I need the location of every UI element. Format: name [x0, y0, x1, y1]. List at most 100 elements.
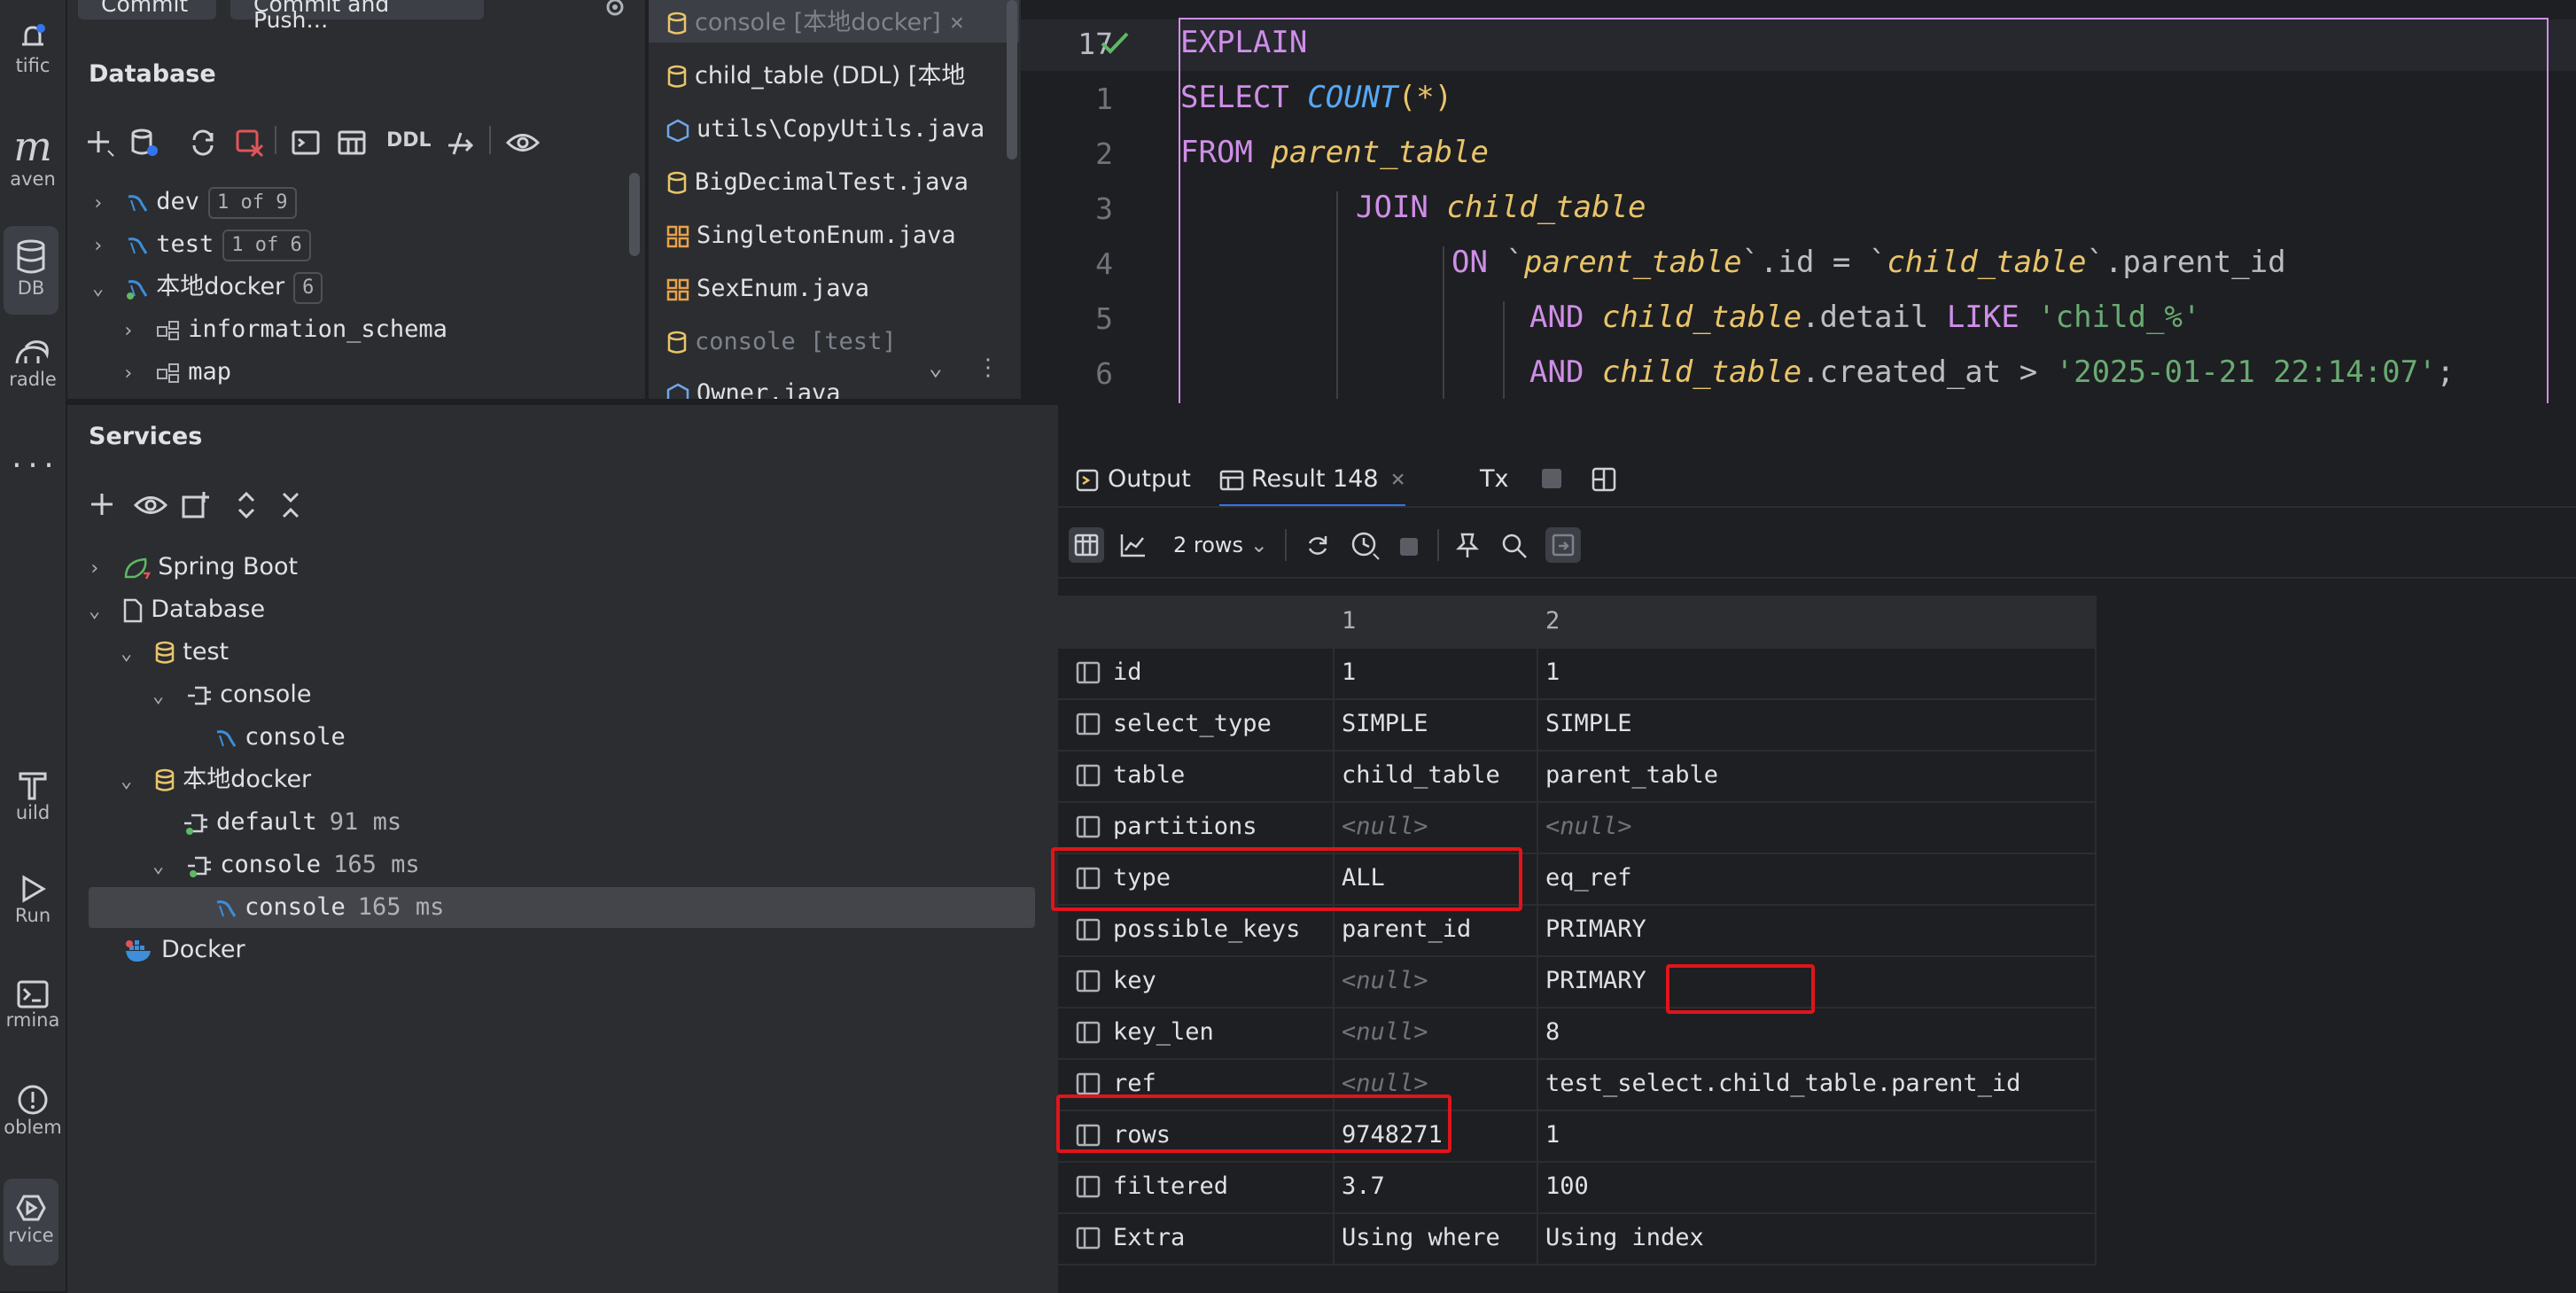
chart-view-icon[interactable] — [1120, 533, 1147, 557]
grid-cell[interactable]: 100 — [1538, 1161, 2097, 1212]
row-header-cell[interactable]: Extra — [1058, 1212, 1335, 1264]
table-row[interactable]: Extra Using where Using index — [1058, 1212, 2097, 1266]
table-icon[interactable] — [337, 128, 367, 158]
service-docker-console[interactable]: console 165 ms — [89, 887, 1035, 928]
tab-output[interactable]: Output — [1076, 455, 1191, 504]
grid-cell[interactable]: 1 — [1335, 647, 1538, 698]
database-scrollbar[interactable] — [629, 173, 640, 256]
grid-cell[interactable]: SIMPLE — [1538, 698, 2097, 750]
service-docker[interactable]: Docker — [124, 930, 1044, 970]
stop-icon[interactable] — [1542, 469, 1561, 488]
grid-cell[interactable]: <null> — [1335, 801, 1538, 853]
data-source-properties-icon[interactable] — [129, 128, 160, 158]
build-strip-button[interactable]: uild — [0, 767, 66, 846]
chevron-down-icon[interactable]: ⌄ — [92, 269, 112, 309]
table-row[interactable]: id 1 1 — [1058, 647, 2097, 700]
chevron-right-icon[interactable]: › — [92, 226, 112, 267]
row-header-cell[interactable]: filtered — [1058, 1161, 1335, 1212]
run-strip-button[interactable]: Run — [0, 873, 66, 944]
table-row[interactable]: table child_table parent_table — [1058, 750, 2097, 803]
tree-item-information-schema[interactable]: › information_schema — [122, 309, 447, 350]
service-spring-boot[interactable]: › Spring Boot — [89, 547, 1044, 588]
close-icon[interactable]: × — [1391, 465, 1405, 493]
refresh-icon[interactable] — [1304, 533, 1331, 559]
grid-cell[interactable]: 1 — [1538, 647, 2097, 698]
file-item[interactable]: Owner.java — [666, 376, 841, 399]
problems-strip-button[interactable]: oblem — [0, 1083, 66, 1154]
sql-editor[interactable]: 17 1 2 3 4 5 6 EXPLAIN SELECT COUNT(*) F… — [1019, 0, 2576, 408]
grid-cell[interactable]: child_table — [1335, 750, 1538, 801]
service-test[interactable]: ⌄ test — [121, 632, 1044, 673]
schema-count-badge[interactable]: 1 of 9 — [208, 186, 297, 219]
table-row[interactable]: key_len <null> 8 — [1058, 1007, 2097, 1060]
table-row[interactable]: key <null> PRIMARY — [1058, 955, 2097, 1009]
schema-count-badge[interactable]: 1 of 6 — [222, 229, 311, 261]
chevron-down-icon[interactable]: ⌄ — [121, 761, 140, 802]
jump-to-icon[interactable] — [445, 128, 475, 158]
search-icon[interactable] — [1501, 533, 1528, 559]
grid-cell[interactable]: parent_id — [1335, 904, 1538, 955]
more-vertical-icon[interactable]: ⋮ — [977, 354, 1000, 381]
eye-icon[interactable] — [133, 490, 168, 520]
new-tab-icon[interactable] — [181, 490, 211, 520]
files-scrollbar[interactable] — [1007, 0, 1017, 160]
chevron-right-icon[interactable]: › — [89, 549, 108, 589]
grid-cell[interactable]: <null> — [1335, 1007, 1538, 1058]
add-icon[interactable] — [85, 128, 115, 158]
file-item[interactable]: SingletonEnum.java — [666, 218, 956, 253]
grid-cell[interactable]: 8 — [1538, 1007, 2097, 1058]
grid-cell[interactable]: Using where — [1335, 1212, 1538, 1264]
tree-item-dev[interactable]: › dev 1 of 9 — [92, 182, 297, 222]
tree-item-map[interactable]: › map — [122, 352, 231, 393]
row-header-cell[interactable]: possible_keys — [1058, 904, 1335, 955]
grid-cell[interactable]: eq_ref — [1538, 853, 2097, 904]
service-docker-console-session[interactable]: ⌄ console 165 ms — [152, 845, 1044, 885]
pin-icon[interactable] — [1455, 533, 1480, 559]
layout-icon[interactable] — [1592, 467, 1616, 492]
chevron-down-icon[interactable]: ⌄ — [89, 591, 108, 632]
more-strip-button[interactable]: ... — [0, 443, 66, 479]
table-row[interactable]: select_type SIMPLE SIMPLE — [1058, 698, 2097, 752]
grid-cell[interactable]: SIMPLE — [1335, 698, 1538, 750]
terminal-strip-button[interactable]: rmina — [0, 979, 66, 1050]
row-header-cell[interactable]: partitions — [1058, 801, 1335, 853]
row-header-cell[interactable]: table — [1058, 750, 1335, 801]
grid-cell[interactable]: <null> — [1335, 955, 1538, 1007]
row-header-cell[interactable]: id — [1058, 647, 1335, 698]
table-row[interactable]: filtered 3.7 100 — [1058, 1161, 2097, 1214]
chevron-down-icon[interactable]: ⌄ — [929, 354, 943, 381]
gear-icon[interactable] — [603, 0, 627, 19]
grid-cell[interactable]: parent_table — [1538, 750, 2097, 801]
chevron-right-icon[interactable]: › — [122, 311, 142, 352]
service-default-session[interactable]: default 91 ms — [183, 802, 1044, 843]
gradle-strip-button[interactable]: radle — [0, 337, 66, 417]
schema-count-badge[interactable]: 6 — [293, 271, 323, 304]
expand-all-icon[interactable] — [234, 490, 259, 520]
grid-cell[interactable]: PRIMARY — [1538, 955, 2097, 1007]
grid-cell[interactable]: Using index — [1538, 1212, 2097, 1264]
notifications-strip-button[interactable]: tific — [0, 19, 66, 90]
grid-column-header[interactable] — [1058, 596, 1335, 647]
history-icon[interactable] — [1350, 531, 1381, 561]
row-header-cell[interactable]: select_type — [1058, 698, 1335, 750]
stop-icon[interactable] — [1400, 538, 1418, 556]
tab-result-148[interactable]: Result 148 × — [1219, 455, 1405, 508]
chevron-down-icon[interactable]: ⌄ — [121, 634, 140, 674]
service-database[interactable]: ⌄ Database — [89, 589, 1044, 630]
tx-button[interactable]: Tx — [1480, 455, 1508, 504]
ddl-button[interactable]: DDL — [386, 129, 432, 152]
chevron-down-icon[interactable]: ⌄ — [152, 676, 172, 717]
chevron-right-icon[interactable]: › — [92, 183, 112, 224]
service-test-console-session[interactable]: ⌄ console — [152, 674, 1044, 715]
file-item[interactable]: child_table (DDL) [本地 — [666, 58, 965, 94]
file-item[interactable]: console [本地docker] × — [666, 5, 964, 41]
chevron-down-icon[interactable]: ⌄ — [152, 846, 172, 887]
grid-column-header[interactable]: 2 — [1538, 596, 2097, 647]
grid-cell[interactable]: <null> — [1538, 801, 2097, 853]
commit-and-push-button[interactable]: Commit and Push… — [230, 0, 484, 31]
rows-count-selector[interactable]: 2 rows ⌄ — [1173, 529, 1268, 561]
db-strip-button[interactable]: DB — [4, 226, 58, 315]
disconnect-icon[interactable] — [234, 128, 264, 158]
file-item[interactable]: BigDecimalTest.java — [666, 165, 969, 200]
file-item[interactable]: SexEnum.java — [666, 271, 869, 307]
